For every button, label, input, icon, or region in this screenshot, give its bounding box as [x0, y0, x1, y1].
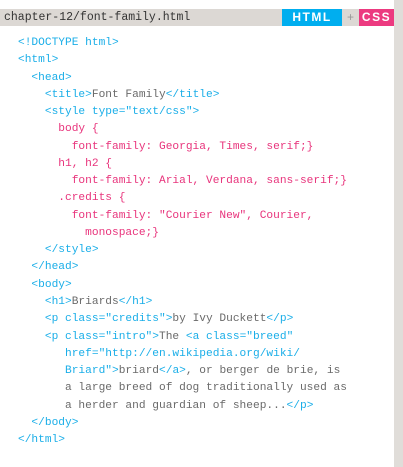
html-token: </a> — [159, 365, 186, 378]
code-line: </html> — [18, 432, 347, 449]
code-line: <body> — [18, 277, 347, 294]
code-header-bar: chapter-12/font-family.html HTML + CSS — [0, 9, 394, 26]
code-line: font-family: Georgia, Times, serif;} — [18, 139, 347, 156]
text-token: Font Family — [91, 88, 166, 101]
css-token: font-family: "Courier New", Courier, — [18, 209, 314, 222]
html-token: </head> — [18, 261, 79, 274]
html-token: </body> — [18, 416, 79, 429]
code-line: Briard">briard</a>, or berger de brie, i… — [18, 363, 347, 380]
file-path: chapter-12/font-family.html — [4, 11, 191, 24]
html-token: </title> — [165, 88, 220, 101]
code-line: <head> — [18, 70, 347, 87]
html-token: <a class="breed" — [185, 330, 294, 343]
code-line: <p class="credits">by Ivy Duckett</p> — [18, 311, 347, 328]
code-line: <style type="text/css"> — [18, 104, 347, 121]
code-line: <title>Font Family</title> — [18, 87, 347, 104]
text-token: a large breed of dog traditionally used … — [18, 382, 347, 395]
code-line: .credits { — [18, 190, 347, 207]
code-line: </body> — [18, 415, 347, 432]
css-token: .credits { — [18, 192, 126, 205]
html-token: <html> — [18, 54, 59, 67]
text-token: by Ivy Duckett — [172, 313, 267, 326]
code-line: <h1>Briards</h1> — [18, 294, 347, 311]
code-line: body { — [18, 121, 347, 138]
html-token: <title> — [18, 88, 92, 101]
text-token: briard — [118, 365, 160, 378]
right-margin-strip — [394, 0, 403, 467]
html-token: <style type="text/css"> — [18, 106, 200, 119]
code-line: font-family: "Courier New", Courier, — [18, 208, 347, 225]
css-token: h1, h2 { — [18, 157, 112, 170]
code-line: <html> — [18, 52, 347, 69]
html-token: <!DOCTYPE html> — [18, 37, 119, 49]
html-token: <head> — [18, 71, 72, 84]
html-token: </p> — [266, 313, 294, 326]
code-line: h1, h2 { — [18, 156, 347, 173]
html-token: </h1> — [118, 295, 153, 308]
text-token: a herder and guardian of sheep... — [18, 399, 287, 412]
html-token: <p class="intro"> — [18, 330, 159, 343]
css-token: font-family: Arial, Verdana, sans-serif;… — [18, 175, 347, 188]
code-line: <!DOCTYPE html> — [18, 35, 347, 52]
html-token: </style> — [18, 244, 99, 257]
html-token: <h1> — [18, 295, 72, 308]
css-token: monospace;} — [18, 226, 159, 239]
code-line: </style> — [18, 242, 347, 259]
plus-separator: + — [346, 10, 354, 24]
text-token: , or berger de brie, is — [185, 365, 341, 378]
code-line: monospace;} — [18, 225, 347, 242]
code-line: font-family: Arial, Verdana, sans-serif;… — [18, 173, 347, 190]
code-line: <p class="intro">The <a class="breed" — [18, 329, 347, 346]
code-line: href="http://en.wikipedia.org/wiki/ — [18, 346, 347, 363]
css-token: body { — [18, 123, 99, 136]
text-token: The — [159, 330, 186, 343]
code-listing: <!DOCTYPE html> <html> <head> <title>Font… — [18, 35, 347, 449]
html-token: Briard"> — [18, 365, 119, 378]
html-token: </html> — [18, 434, 65, 447]
tab-html[interactable]: HTML — [282, 9, 342, 26]
code-line: a large breed of dog traditionally used … — [18, 380, 347, 397]
html-token: </p> — [286, 399, 314, 412]
html-token: <p class="credits"> — [18, 313, 173, 326]
html-token: <body> — [18, 278, 72, 291]
tab-css[interactable]: CSS — [359, 9, 394, 26]
code-line: </head> — [18, 259, 347, 276]
css-token: font-family: Georgia, Times, serif;} — [18, 140, 314, 153]
html-token: href="http://en.wikipedia.org/wiki/ — [18, 347, 300, 360]
text-token: Briards — [71, 295, 119, 308]
code-line: a herder and guardian of sheep...</p> — [18, 398, 347, 415]
